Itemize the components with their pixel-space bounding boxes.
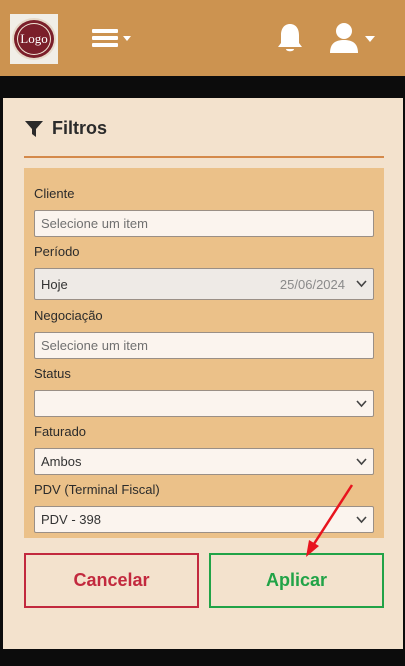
periodo-label: Período [34,244,80,259]
filter-icon [25,120,43,137]
filters-header: Filtros [24,118,107,139]
chevron-down-icon [356,280,367,288]
cliente-input[interactable]: Selecione um item [34,210,374,237]
pdv-label: PDV (Terminal Fiscal) [34,482,160,497]
user-icon[interactable] [328,22,378,54]
faturado-value: Ambos [41,454,82,469]
negociacao-label: Negociação [34,308,103,323]
filters-title: Filtros [52,118,108,138]
top-navigation-bar: Logo [0,0,405,76]
status-select[interactable] [34,390,374,417]
negociacao-input[interactable]: Selecione um item [34,332,374,359]
apply-button[interactable]: Aplicar [209,553,384,608]
logo[interactable]: Logo [10,14,58,64]
faturado-label: Faturado [34,424,87,439]
status-label: Status [34,366,71,381]
logo-text: Logo [20,31,48,46]
pdv-value: PDV - 398 [41,512,101,527]
periodo-value: Hoje [41,276,68,292]
faturado-select[interactable]: Ambos [34,448,374,475]
chevron-down-icon [356,400,367,408]
hamburger-menu-icon[interactable] [90,26,134,50]
filters-panel: Filtros Cliente Selecione um item Períod… [3,98,403,649]
logo-emblem: Logo [12,18,56,60]
header-divider [24,156,384,158]
periodo-date: 25/06/2024 [279,276,345,292]
bell-icon[interactable] [276,22,304,54]
cliente-placeholder: Selecione um item [41,216,148,231]
chevron-down-icon [356,458,367,466]
cliente-label: Cliente [34,186,75,201]
cancel-button[interactable]: Cancelar [24,553,199,608]
annotation-arrow [306,484,354,557]
periodo-select[interactable]: Hoje 25/06/2024 [34,268,374,300]
negociacao-placeholder: Selecione um item [41,338,148,353]
